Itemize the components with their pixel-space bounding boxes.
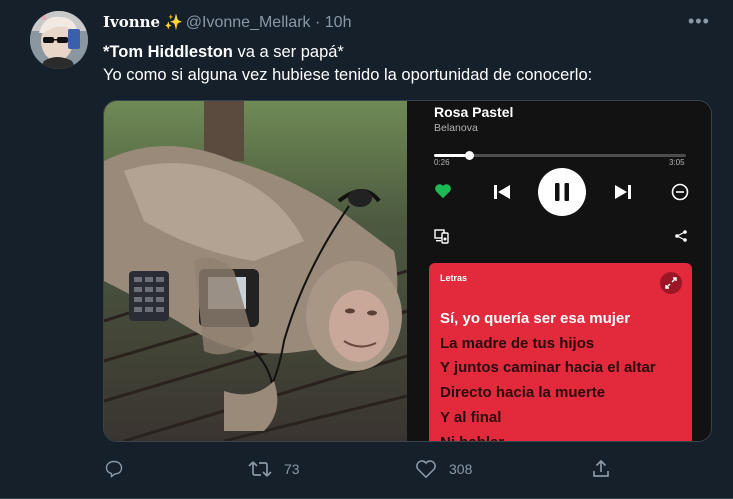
tweet-bold-text: *Tom Hiddleston	[103, 43, 233, 61]
retweet-count: 73	[284, 461, 300, 477]
progress-fill	[434, 154, 470, 157]
lyrics-lines: Sí, yo quería ser esa mujer La madre de …	[440, 307, 656, 441]
tweet-media[interactable]: Rosa Pastel Belanova 0:26 3:05 Letras Sí…	[103, 100, 712, 442]
devices-icon[interactable]	[434, 228, 450, 249]
progress-knob[interactable]	[465, 151, 475, 160]
lyric-line: Directo hacia la muerte	[440, 384, 606, 402]
tweet-header: Ivonne ✨ @Ivonne_Mellark · 10h	[103, 13, 351, 32]
share-button[interactable]	[591, 456, 611, 482]
lyric-line: Sí, yo quería ser esa mujer	[440, 310, 631, 327]
total-time: 3:05	[669, 158, 685, 167]
display-name[interactable]: Ivonne	[103, 13, 160, 31]
avatar[interactable]	[30, 11, 88, 69]
tweet-text: *Tom Hiddleston va a ser papá* Yo como s…	[103, 41, 592, 87]
heart-icon[interactable]	[434, 183, 452, 204]
artist-name[interactable]: Belanova	[434, 122, 478, 134]
avatar-image	[30, 11, 88, 69]
lyrics-card[interactable]: Letras Sí, yo quería ser esa mujer La ma…	[429, 263, 692, 441]
tweet-line-1: *Tom Hiddleston va a ser papá*	[103, 41, 592, 64]
monkey-photo-image	[104, 101, 408, 441]
lyric-line: Y al final	[440, 408, 502, 426]
tweet-line-2: Yo como si alguna vez hubiese tenido la …	[103, 66, 593, 84]
pause-button[interactable]	[538, 168, 586, 221]
sparkle-icon: ✨	[164, 14, 183, 31]
share-icon[interactable]	[674, 229, 688, 248]
like-count: 308	[449, 461, 473, 477]
retweet-button[interactable]: 73	[248, 456, 300, 482]
like-button[interactable]: 308	[415, 456, 472, 482]
monkey-photo[interactable]	[104, 101, 408, 441]
next-icon[interactable]	[614, 183, 632, 206]
more-icon[interactable]: •••	[688, 11, 710, 32]
lyric-line: Ni hablar	[440, 431, 656, 441]
heart-outline-icon	[416, 460, 436, 479]
progress-bar[interactable]	[434, 151, 686, 160]
separator-dot: ·	[314, 14, 321, 31]
elapsed-time: 0:26	[434, 158, 450, 167]
reply-button[interactable]	[104, 456, 136, 482]
expand-icon[interactable]	[660, 272, 682, 294]
reply-icon	[105, 460, 123, 478]
previous-icon[interactable]	[493, 183, 511, 206]
tweet-line-1-rest: va a ser papá*	[232, 43, 344, 61]
spotify-player: Rosa Pastel Belanova 0:26 3:05 Letras Sí…	[407, 101, 711, 441]
timestamp[interactable]: 10h	[325, 14, 352, 31]
lyrics-label: Letras	[440, 273, 468, 283]
retweet-icon	[248, 461, 272, 477]
remove-icon[interactable]	[671, 183, 689, 206]
song-title[interactable]: Rosa Pastel	[434, 104, 513, 120]
lyric-line: La madre de tus hijos	[440, 334, 595, 352]
lyric-line: Y juntos caminar hacia el altar	[440, 359, 656, 377]
user-handle[interactable]: @Ivonne_Mellark	[186, 14, 311, 31]
share-upload-icon	[593, 459, 609, 477]
